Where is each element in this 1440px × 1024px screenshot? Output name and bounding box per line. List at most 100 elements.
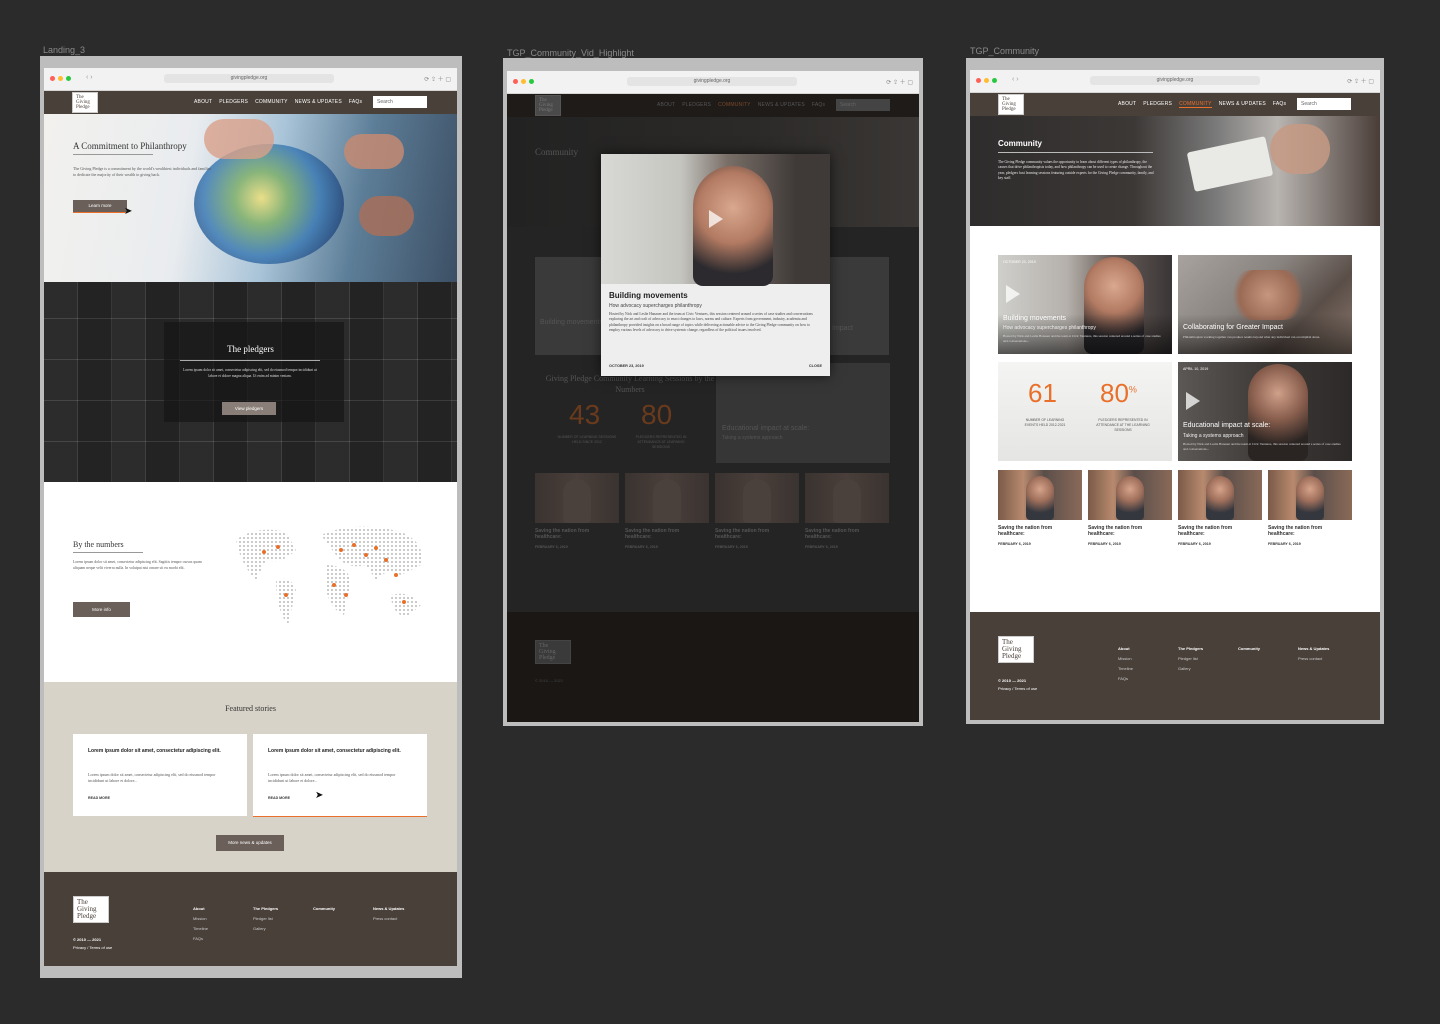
- nav-community[interactable]: COMMUNITY: [255, 99, 288, 105]
- footer-heading[interactable]: The Pledgers: [1178, 644, 1203, 654]
- footer-logo[interactable]: The Giving Pledge: [73, 896, 109, 923]
- community-hero: Community The Giving Pledge community va…: [970, 116, 1380, 226]
- footer-link[interactable]: Gallery: [253, 924, 278, 934]
- play-icon[interactable]: [1006, 285, 1020, 303]
- back-forward-icons[interactable]: ‹ ›: [1012, 76, 1019, 83]
- play-icon[interactable]: [1186, 392, 1200, 410]
- video-thumbnail[interactable]: [1088, 470, 1172, 520]
- url-bar[interactable]: givingpledge.org: [164, 74, 334, 83]
- hands-image: [1228, 270, 1308, 320]
- card-subtitle: How advocacy supercharges philanthropy: [1003, 325, 1096, 331]
- nav-about[interactable]: ABOUT: [194, 99, 212, 105]
- footer-link[interactable]: Timeline: [193, 924, 208, 934]
- learn-more-button[interactable]: Learn more: [73, 200, 127, 213]
- url-bar[interactable]: givingpledge.org: [627, 77, 797, 86]
- video-player[interactable]: [601, 154, 830, 286]
- card-body: Hosted by Nick and Leslie Hanauer and th…: [1003, 334, 1161, 343]
- footer-logo[interactable]: The Giving Pledge: [998, 636, 1034, 663]
- globe-puzzle-image: [194, 144, 344, 264]
- nav-about[interactable]: ABOUT: [657, 102, 675, 108]
- footer-link[interactable]: Pledger list: [253, 914, 278, 924]
- read-more-link[interactable]: READ MORE: [268, 796, 290, 800]
- nav-faqs[interactable]: FAQs: [349, 99, 362, 105]
- footer-heading[interactable]: Community: [1238, 644, 1260, 654]
- story-card[interactable]: Lorem ipsum dolor sit amet, consectetur …: [73, 734, 247, 816]
- hero-title: A Commitment to Philanthropy: [73, 141, 187, 151]
- search-input[interactable]: Search: [836, 99, 890, 111]
- nav-pledgers[interactable]: PLEDGERS: [682, 102, 711, 108]
- footer-link[interactable]: Mission: [1118, 654, 1133, 664]
- nav-community[interactable]: COMMUNITY: [1179, 101, 1212, 108]
- browser-action-icons[interactable]: ⟳ ⇪ ＋ ▢: [1347, 76, 1374, 85]
- close-button[interactable]: CLOSE: [809, 364, 822, 368]
- legal-link[interactable]: Privacy / Terms of use: [998, 684, 1037, 694]
- dim-stat-label: NUMBER OF LEARNING SESSIONS HELD SINCE 2…: [557, 435, 617, 444]
- browser-action-icons[interactable]: ⟳ ⇪ ＋ ▢: [424, 74, 451, 83]
- footer-link[interactable]: FAQs: [1118, 674, 1133, 684]
- nav-news[interactable]: NEWS & UPDATES: [758, 102, 805, 108]
- video-title: Saving the nation from healthcare:: [805, 528, 860, 540]
- nav-pledgers[interactable]: PLEDGERS: [1143, 101, 1172, 108]
- stats-card: 61 NUMBER OF LEARNING EVENTS HELD 2012-2…: [998, 362, 1172, 461]
- video-thumbnail[interactable]: [1268, 470, 1352, 520]
- story-card[interactable]: Lorem ipsum dolor sit amet, consectetur …: [253, 734, 427, 817]
- legal-link[interactable]: Privacy / Terms of use: [73, 943, 112, 953]
- footer-link[interactable]: Pledger list: [1178, 654, 1203, 664]
- footer-link[interactable]: Press contact: [1298, 654, 1329, 664]
- back-forward-icons[interactable]: ‹ ›: [86, 74, 93, 81]
- footer-heading[interactable]: The Pledgers: [253, 904, 278, 914]
- url-bar[interactable]: givingpledge.org: [1090, 76, 1260, 85]
- dim-card-title: Building movements: [540, 319, 604, 326]
- divider: [73, 552, 143, 553]
- nav-community[interactable]: COMMUNITY: [718, 102, 751, 108]
- more-info-button[interactable]: More info: [73, 602, 130, 617]
- search-input[interactable]: Search: [373, 96, 427, 108]
- video-thumbnail[interactable]: [535, 473, 619, 523]
- nav-news[interactable]: NEWS & UPDATES: [295, 99, 342, 105]
- video-thumbnail[interactable]: [625, 473, 709, 523]
- video-thumbnail[interactable]: [805, 473, 889, 523]
- nav-faqs[interactable]: FAQs: [812, 102, 825, 108]
- nav-news[interactable]: NEWS & UPDATES: [1219, 101, 1266, 108]
- play-icon[interactable]: [709, 210, 723, 228]
- search-input[interactable]: Search: [1297, 98, 1351, 110]
- nav-about[interactable]: ABOUT: [1118, 101, 1136, 108]
- nav-faqs[interactable]: FAQs: [1273, 101, 1286, 108]
- session-card-collaborating[interactable]: Collaborating for Greater Impact Philant…: [1178, 255, 1352, 354]
- footer-heading[interactable]: News & Updates: [1298, 644, 1329, 654]
- video-thumbnail[interactable]: [715, 473, 799, 523]
- session-card-educational-impact[interactable]: APRIL 10, 2019 Educational impact at sca…: [1178, 362, 1352, 461]
- footer-heading[interactable]: Community: [313, 904, 335, 914]
- footer-col-community: Community: [313, 904, 335, 914]
- modal-subtitle: How advocacy supercharges philanthropy: [609, 303, 702, 309]
- frame-label-video: TGP_Community_Vid_Highlight: [507, 48, 634, 58]
- session-card-building-movements[interactable]: OCTOBER 23, 2019 Building movements How …: [998, 255, 1172, 354]
- story-body: Lorem ipsum dolor sit amet, consectetur …: [268, 772, 396, 783]
- video-thumbnail[interactable]: [1178, 470, 1262, 520]
- read-more-link[interactable]: READ MORE: [88, 796, 110, 800]
- more-news-button[interactable]: More news & updates: [216, 835, 284, 851]
- divider: [73, 154, 153, 155]
- footer-link[interactable]: FAQs: [193, 934, 208, 944]
- featured-section: Featured stories Lorem ipsum dolor sit a…: [44, 682, 457, 872]
- footer-link[interactable]: Timeline: [1118, 664, 1133, 674]
- browser-action-icons[interactable]: ⟳ ⇪ ＋ ▢: [886, 77, 913, 86]
- footer-logo[interactable]: The Giving Pledge: [535, 640, 571, 664]
- footer-heading[interactable]: News & Updates: [373, 904, 404, 914]
- footer-link[interactable]: Mission: [193, 914, 208, 924]
- video-thumbnail[interactable]: [998, 470, 1082, 520]
- footer-link[interactable]: Gallery: [1178, 664, 1203, 674]
- card-title: Building movements: [1003, 315, 1067, 322]
- logo[interactable]: The Giving Pledge: [535, 95, 561, 116]
- view-pledgers-button[interactable]: View pledgers: [222, 402, 276, 415]
- logo[interactable]: The Giving Pledge: [72, 92, 98, 113]
- hand-image: [359, 196, 414, 236]
- logo[interactable]: The Giving Pledge: [998, 94, 1024, 115]
- nav-pledgers[interactable]: PLEDGERS: [219, 99, 248, 105]
- footer-link[interactable]: Press contact: [373, 914, 404, 924]
- frame-landing: ‹ › givingpledge.org ⟳ ⇪ ＋ ▢ The Giving Pl…: [40, 56, 462, 978]
- footer-heading[interactable]: About: [1118, 644, 1133, 654]
- footer-heading[interactable]: About: [193, 904, 208, 914]
- footer-col-about: About Mission Timeline FAQs: [1118, 644, 1133, 684]
- dim-stat-value: 43: [569, 399, 601, 430]
